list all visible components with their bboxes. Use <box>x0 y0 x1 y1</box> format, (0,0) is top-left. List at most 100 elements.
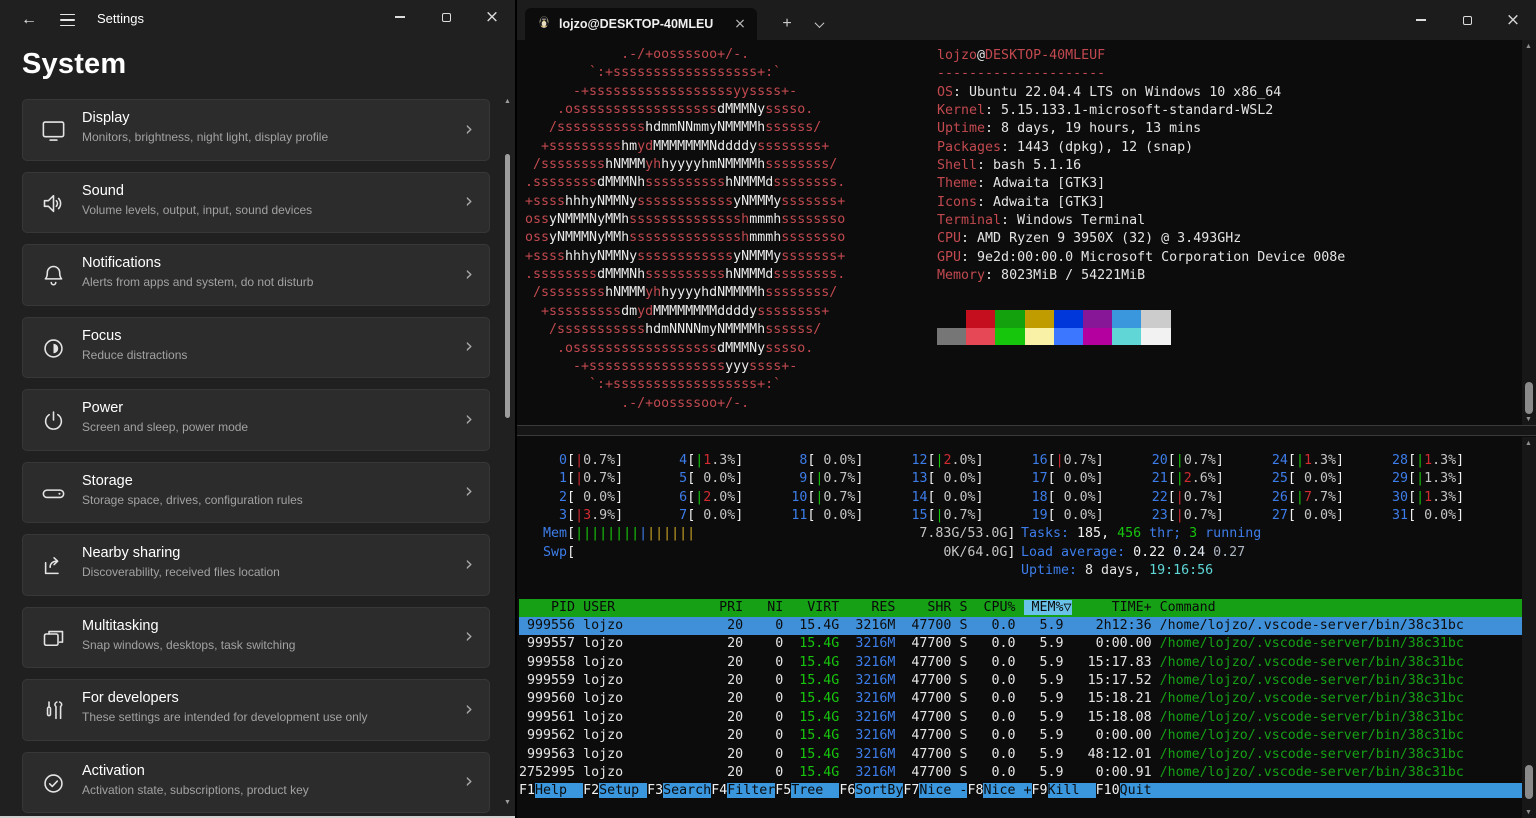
system-info-line: --------------------- <box>937 66 1106 82</box>
settings-item-nearby-sharing[interactable]: Nearby sharing Discoverability, received … <box>22 534 490 596</box>
process-row: 999560 lojzo 20 0 15.4G 3216M 47700 S 0.… <box>519 691 1464 707</box>
settings-item-display[interactable]: Display Monitors, brightness, night light… <box>22 99 490 161</box>
process-row: 999559 lojzo 20 0 15.4G 3216M 47700 S 0.… <box>519 673 1464 689</box>
scroll-up-icon[interactable]: ▲ <box>1525 440 1532 447</box>
terminal-tab-title: lojzo@DESKTOP-40MLEU <box>559 17 714 31</box>
ascii-art-line: .ossssssssssssssssssdMMMNysssso. <box>525 102 814 118</box>
close-icon: × <box>484 6 500 27</box>
settings-item-title: For developers <box>82 690 179 706</box>
settings-window: ← Settings × System Display Monitors, bri… <box>0 0 515 818</box>
htop-panel: 0[|0.7%] 4[|1.3%] 8[ 0.0%] 12[|2.0%] 16[… <box>519 452 1536 801</box>
storage-icon <box>40 480 67 507</box>
ascii-art-line: /sssssssshNMMMyhhyyyyhmNMMMMhssssssss/ <box>525 157 838 173</box>
developers-icon <box>40 697 67 724</box>
sound-icon <box>40 190 67 217</box>
chevron-right-icon: › <box>465 261 473 286</box>
settings-scrollbar[interactable]: ▲ ▼ <box>502 96 514 812</box>
ascii-art-line: /sssssssshNMMMyhhyyyyhdNMMMMhssssssss/ <box>525 285 838 301</box>
notifications-icon <box>40 262 67 289</box>
bottom-pane-scrollbar[interactable]: ▲ ▼ <box>1522 437 1536 818</box>
settings-item-activation[interactable]: Activation Activation state, subscription… <box>22 751 490 813</box>
chevron-right-icon: › <box>465 188 473 213</box>
settings-item-subtitle: Monitors, brightness, night light, displ… <box>82 130 329 144</box>
settings-item-subtitle: Discoverability, received files location <box>82 565 280 579</box>
ascii-art-line: /ssssssssssshdmmNNmmyNMMMMhssssss/ <box>525 120 822 136</box>
ascii-art-line: `:+ssssssssssssssssss+:` <box>525 377 782 393</box>
ascii-art-line: ossyNMMMNyMMhsssssssssssssshmmmhssssssso <box>525 212 846 228</box>
neofetch-system-info: lojzo@DESKTOP-40MLEUF -------------------… <box>937 47 1345 285</box>
chevron-right-icon: › <box>465 623 473 648</box>
top-pane-scrollbar[interactable]: ▲ ▼ <box>1522 40 1536 425</box>
system-info-line: Theme: Adwaita [GTK3] <box>937 176 1106 192</box>
nearby-sharing-icon <box>40 552 67 579</box>
ascii-art-line: `:+ssssssssssssssssss+:` <box>525 65 782 81</box>
tasks-summary-line: Tasks: 185, 456 thr; 3 running <box>1021 526 1262 542</box>
settings-item-subtitle: Snap windows, desktops, task switching <box>82 637 296 652</box>
close-icon: × <box>1505 9 1521 30</box>
tab-close-icon[interactable]: × <box>731 15 749 33</box>
settings-item-subtitle: Screen and sleep, power mode <box>82 420 249 434</box>
activation-icon <box>40 770 67 797</box>
settings-item-title: Notifications <box>82 255 161 271</box>
terminal-close-button[interactable]: × <box>1490 0 1536 40</box>
focus-icon <box>40 335 67 362</box>
terminal-maximize-button[interactable] <box>1444 0 1490 40</box>
settings-item-title: Multitasking <box>82 617 159 634</box>
system-info-line: OS: Ubuntu 22.04.4 LTS on Windows 10 x86… <box>937 84 1282 100</box>
scroll-down-icon[interactable]: ▼ <box>504 799 511 806</box>
bottom-pane-scrollbar-thumb[interactable] <box>1525 765 1533 799</box>
settings-close-button[interactable]: × <box>469 0 515 34</box>
settings-item-sound[interactable]: Sound Volume levels, output, input, sound… <box>22 171 490 233</box>
process-row: 999562 lojzo 20 0 15.4G 3216M 47700 S 0.… <box>519 728 1464 744</box>
navigation-menu-button[interactable] <box>52 9 82 31</box>
ascii-art-line: -+sssssssssssssssssyyyssss+- <box>525 358 798 374</box>
scroll-up-icon[interactable]: ▲ <box>504 98 511 105</box>
settings-item-notifications[interactable]: Notifications Alerts from apps and system… <box>22 244 490 306</box>
settings-item-multitasking[interactable]: Multitasking Snap windows, desktops, task… <box>22 606 490 668</box>
terminal-minimize-button[interactable] <box>1398 0 1444 40</box>
tasks-summary-line: Load average: 0.22 0.24 0.27 <box>1021 544 1246 560</box>
process-row: 999563 lojzo 20 0 15.4G 3216M 47700 S 0.… <box>519 746 1464 762</box>
top-pane-scrollbar-thumb[interactable] <box>1525 382 1533 414</box>
tab-dropdown-button[interactable] <box>809 14 829 34</box>
settings-item-focus[interactable]: Focus Reduce distractions › <box>22 316 490 378</box>
settings-minimize-button[interactable] <box>377 0 423 34</box>
settings-item-subtitle: Activation state, subscriptions, product… <box>82 782 309 797</box>
settings-window-title: Settings <box>97 11 144 26</box>
settings-item-for-developers[interactable]: For developers These settings are intende… <box>22 679 490 741</box>
settings-item-title: Storage <box>82 472 133 489</box>
settings-item-title: Power <box>82 400 124 416</box>
settings-scrollbar-thumb[interactable] <box>505 154 510 418</box>
settings-item-storage[interactable]: Storage Storage space, drives, configurat… <box>22 461 490 523</box>
scroll-down-icon[interactable]: ▼ <box>1525 416 1532 423</box>
settings-item-subtitle: Volume levels, output, input, sound devi… <box>82 202 313 217</box>
ascii-art-line: .-/+oossssoo+/-. <box>525 395 750 411</box>
settings-item-subtitle: Alerts from apps and system, do not dist… <box>82 275 314 289</box>
ascii-art-line: +sssshhhyNMMNyssssssssssssyNMMMysssssss+ <box>525 193 846 209</box>
process-row: 999558 lojzo 20 0 15.4G 3216M 47700 S 0.… <box>519 654 1464 670</box>
scroll-down-icon[interactable]: ▼ <box>1525 809 1532 816</box>
settings-item-title: Focus <box>82 327 122 344</box>
cpu-meter-row: 3[|3.9%] 7[ 0.0%] 11[ 0.0%] 15[|0.7%] 19… <box>519 508 1465 524</box>
back-button[interactable]: ← <box>12 7 46 33</box>
settings-item-power[interactable]: Power Screen and sleep, power mode › <box>22 389 490 451</box>
scroll-up-icon[interactable]: ▲ <box>1525 43 1532 50</box>
chevron-right-icon: › <box>465 478 473 503</box>
page-title: System <box>22 48 127 80</box>
settings-item-subtitle: Reduce distractions <box>82 347 188 362</box>
settings-item-subtitle: Storage space, drives, configuration rul… <box>82 492 303 507</box>
minimize-icon <box>395 16 405 18</box>
color-block-row <box>937 310 1171 328</box>
ascii-art-line: +ssssssssshmydMMMMMMMNddddyssssssss+ <box>525 138 830 154</box>
new-tab-button[interactable]: + <box>775 12 799 36</box>
settings-item-title: Nearby sharing <box>82 545 181 561</box>
ascii-art-line: .ossssssssssssssssssdMMMNysssso. <box>525 340 814 356</box>
minimize-icon <box>1416 19 1426 21</box>
terminal-window: lojzo@DESKTOP-40MLEU × + × .-/+oossssoo+… <box>516 0 1536 818</box>
terminal-titlebar: lojzo@DESKTOP-40MLEU × + × <box>517 0 1536 40</box>
pane-divider[interactable] <box>517 425 1536 436</box>
settings-maximize-button[interactable] <box>423 0 469 34</box>
chevron-right-icon: › <box>465 696 473 721</box>
terminal-tab[interactable]: lojzo@DESKTOP-40MLEU × <box>525 8 757 40</box>
process-row: 999557 lojzo 20 0 15.4G 3216M 47700 S 0.… <box>519 636 1464 652</box>
